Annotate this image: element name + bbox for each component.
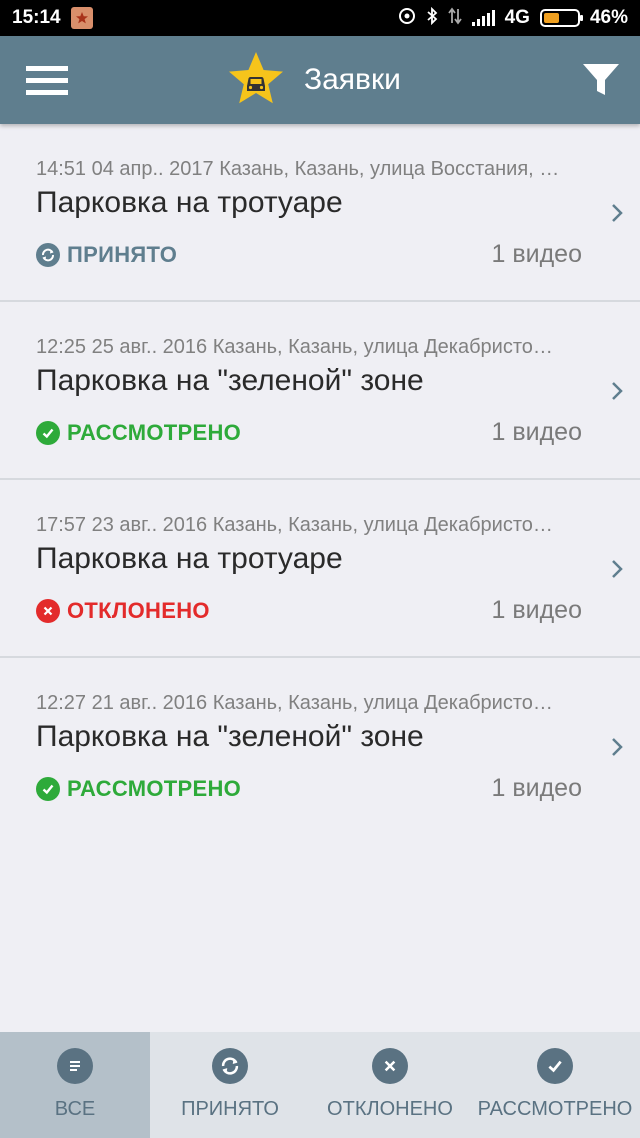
chevron-right-icon	[612, 738, 623, 756]
status-label: ОТКЛОНЕНО	[67, 598, 210, 623]
app-notification-icon	[70, 7, 93, 29]
request-title: Парковка на тротуаре	[36, 186, 343, 219]
status-bar: 15:14 4G 46%	[0, 0, 640, 36]
request-meta: 12:27 21 авг.. 2016 Казань, Казань, улиц…	[36, 692, 553, 714]
list-icon	[57, 1048, 93, 1084]
list-item[interactable]: 12:25 25 авг.. 2016 Казань, Казань, улиц…	[0, 302, 640, 480]
close-icon	[36, 599, 60, 623]
list-item[interactable]: 17:57 23 авг.. 2016 Казань, Казань, улиц…	[0, 480, 640, 658]
requests-list: 14:51 04 апр.. 2017 Казань, Казань, улиц…	[0, 124, 640, 836]
tab-label: ВСЕ	[54, 1098, 96, 1120]
video-count: 1 видео	[491, 240, 583, 268]
tab-reviewed[interactable]: РАССМОТРЕНО	[470, 1032, 640, 1138]
status-badge: РАССМОТРЕНО	[36, 420, 241, 446]
status-label: РАССМОТРЕНО	[67, 776, 242, 801]
status-badge: ПРИНЯТО	[36, 242, 177, 268]
app-logo-icon	[226, 50, 286, 108]
status-label: РАССМОТРЕНО	[67, 420, 242, 445]
data-transfer-icon	[447, 7, 462, 30]
chevron-right-icon	[612, 560, 623, 578]
request-meta: 17:57 23 авг.. 2016 Казань, Казань, улиц…	[36, 514, 553, 536]
video-count: 1 видео	[491, 596, 583, 624]
app-bar: Заявки	[0, 36, 640, 124]
bluetooth-icon	[426, 6, 438, 30]
request-meta: 12:25 25 авг.. 2016 Казань, Казань, улиц…	[36, 336, 553, 358]
video-count: 1 видео	[491, 418, 583, 446]
filter-button[interactable]	[582, 62, 620, 98]
chevron-right-icon	[612, 204, 623, 222]
request-title: Парковка на "зеленой" зоне	[36, 720, 424, 753]
request-meta: 14:51 04 апр.. 2017 Казань, Казань, улиц…	[36, 158, 560, 180]
check-icon	[36, 421, 60, 445]
video-count: 1 видео	[491, 774, 583, 802]
request-title: Парковка на тротуаре	[36, 542, 343, 575]
tab-accepted[interactable]: ПРИНЯТО	[150, 1032, 310, 1138]
refresh-icon	[36, 243, 60, 267]
battery-icon	[539, 9, 583, 27]
network-type: 4G	[504, 7, 530, 28]
request-title: Парковка на "зеленой" зоне	[36, 364, 424, 397]
status-label: ПРИНЯТО	[67, 242, 178, 267]
battery-percent: 46%	[589, 7, 628, 28]
menu-button[interactable]	[26, 66, 68, 96]
tab-label: ОТКЛОНЕНО	[327, 1098, 453, 1120]
page-title: Заявки	[304, 63, 401, 96]
status-time: 15:14	[12, 7, 61, 28]
tab-rejected[interactable]: ОТКЛОНЕНО	[310, 1032, 470, 1138]
signal-icon	[471, 10, 495, 26]
check-icon	[537, 1048, 573, 1084]
status-badge: РАССМОТРЕНО	[36, 776, 241, 802]
filter-icon	[583, 64, 619, 95]
tab-label: РАССМОТРЕНО	[477, 1098, 633, 1120]
bottom-nav: ВСЕ ПРИНЯТО ОТКЛОНЕНО РАССМОТРЕНО	[0, 1032, 640, 1138]
list-item[interactable]: 12:27 21 авг.. 2016 Казань, Казань, улиц…	[0, 658, 640, 836]
chevron-right-icon	[612, 382, 623, 400]
close-icon	[372, 1048, 408, 1084]
check-icon	[36, 777, 60, 801]
list-item[interactable]: 14:51 04 апр.. 2017 Казань, Казань, улиц…	[0, 124, 640, 302]
tab-all[interactable]: ВСЕ	[0, 1032, 150, 1138]
status-badge: ОТКЛОНЕНО	[36, 598, 210, 624]
refresh-icon	[212, 1048, 248, 1084]
tab-label: ПРИНЯТО	[181, 1098, 279, 1120]
hotspot-icon	[398, 7, 416, 30]
